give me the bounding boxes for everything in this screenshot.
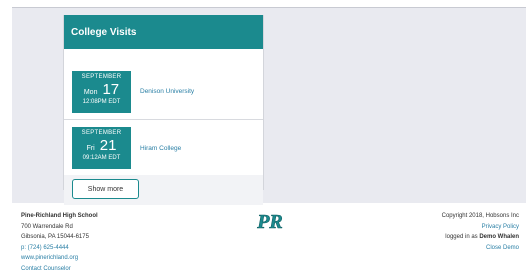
logo-text: PR bbox=[256, 211, 283, 232]
footer-school-info: Pine-Richland High School 700 Warrendale… bbox=[21, 211, 98, 274]
visit-day: 21 bbox=[99, 137, 117, 154]
visit-month: SEPTEMBER bbox=[81, 73, 122, 80]
visit-date-badge: SEPTEMBER Fri 21 09:12AM EDT bbox=[72, 127, 131, 169]
visit-item: SEPTEMBER Fri 21 09:12AM EDT Hiram Colle… bbox=[64, 120, 263, 176]
address-line-1: 700 Warrendale Rd bbox=[21, 223, 73, 230]
visit-time: 12:08PM EDT bbox=[82, 98, 121, 105]
visit-month: SEPTEMBER bbox=[81, 130, 122, 136]
visit-weekday: Mon bbox=[83, 88, 98, 96]
college-visits-card: College Visits SEPTEMBER Mon 17 12:08PM … bbox=[63, 15, 264, 205]
website-link[interactable]: www.pinerichland.org bbox=[21, 255, 78, 261]
school-name: Pine-Richland High School bbox=[21, 213, 98, 219]
privacy-policy-link[interactable]: Privacy Policy bbox=[482, 224, 519, 230]
visit-college-link[interactable]: Hiram College bbox=[140, 145, 181, 152]
phone-link[interactable]: p: (724) 625-4444 bbox=[21, 245, 69, 251]
visit-weekday: Fri bbox=[86, 145, 95, 152]
contact-counselor-link[interactable]: Contact Counselor bbox=[21, 266, 71, 272]
visit-time: 09:12AM EDT bbox=[82, 155, 121, 161]
copyright-text: Copyright 2018, Hobsons Inc bbox=[441, 213, 519, 219]
logged-in-prefix: logged in as bbox=[445, 234, 478, 240]
college-visits-title: College Visits bbox=[64, 15, 263, 49]
visit-date-badge: SEPTEMBER Mon 17 12:08PM EDT bbox=[72, 70, 131, 113]
visit-day: 17 bbox=[102, 80, 120, 98]
school-logo: PR bbox=[256, 211, 283, 232]
visit-item: SEPTEMBER Mon 17 12:08PM EDT Denison Uni… bbox=[64, 64, 263, 120]
logged-in-user: Demo Whalen bbox=[479, 234, 519, 240]
footer-account-info: Copyright 2018, Hobsons Inc Privacy Poli… bbox=[442, 211, 519, 253]
logged-in-status: logged in as Demo Whalen bbox=[442, 232, 519, 243]
visit-college-link[interactable]: Denison University bbox=[140, 88, 194, 95]
address-line-2: Gibsonia, PA 15044-6175 bbox=[21, 234, 89, 240]
show-more-button[interactable]: Show more bbox=[72, 179, 139, 199]
close-demo-link[interactable]: Close Demo bbox=[486, 245, 519, 251]
